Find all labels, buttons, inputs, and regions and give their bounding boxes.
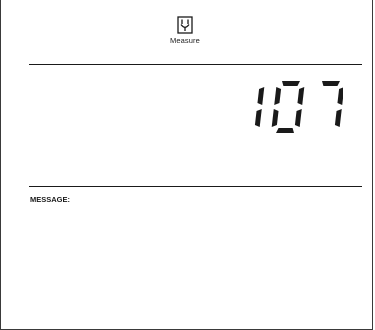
measure-probe-icon (177, 16, 193, 34)
measurement-panel: Measure MESSAGE: (0, 0, 373, 330)
seven-segment-display (254, 81, 343, 133)
segment-f (274, 87, 282, 105)
display-digit (322, 81, 343, 127)
segment-b (257, 87, 265, 105)
display-digit (254, 87, 265, 127)
segment-a (322, 81, 340, 86)
segment-e (271, 109, 279, 127)
top-divider (29, 64, 362, 65)
segment-b (337, 87, 343, 105)
message-text (30, 208, 360, 318)
bottom-divider (29, 186, 362, 187)
measure-tab[interactable]: Measure (161, 16, 209, 58)
display-digit (271, 81, 305, 133)
segment-c (294, 109, 302, 127)
segment-d (276, 128, 294, 133)
measure-label: Measure (170, 36, 200, 45)
segment-c (254, 109, 262, 127)
segment-b (297, 87, 305, 105)
segment-c (334, 109, 342, 127)
message-label: MESSAGE: (30, 195, 71, 204)
segment-a (282, 81, 300, 86)
